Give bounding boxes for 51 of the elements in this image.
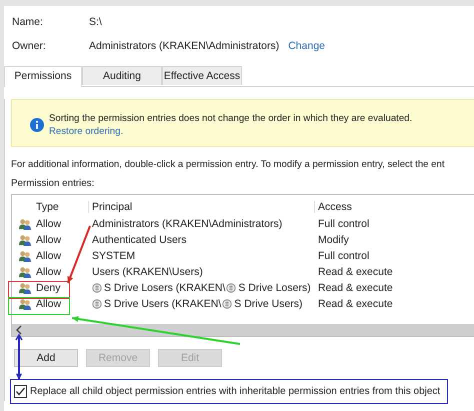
table-cell-text: Read & execute xyxy=(317,266,394,278)
users-icon xyxy=(18,282,30,294)
instructions-text: For additional information, double-click a permission entry. To modify a permission entry, select the ent xyxy=(11,159,446,170)
table-cell-text: Full control xyxy=(317,218,370,230)
table-cell-text: Deny xyxy=(36,282,62,294)
table-cell-text: Full control xyxy=(317,250,370,262)
users-icon xyxy=(18,298,30,310)
restore-ordering-link[interactable]: Restore ordering. xyxy=(49,126,124,137)
section-label: Permission entries: xyxy=(11,178,96,189)
table-cell-text: Read & execute xyxy=(317,298,394,310)
column-header[interactable]: Access xyxy=(314,201,438,213)
notice-text: Sorting the permission entries does not change the order in which they are evaluated. xyxy=(49,113,412,124)
field-label: Name: xyxy=(12,16,44,28)
users-icon xyxy=(18,266,30,278)
group-icon xyxy=(92,299,102,309)
change-link[interactable]: Change xyxy=(288,40,325,52)
tab[interactable]: Effective Access xyxy=(162,66,242,85)
field-label: Owner: xyxy=(12,40,47,52)
users-icon xyxy=(18,234,30,246)
horizontal-scrollbar[interactable] xyxy=(12,324,474,336)
column-header[interactable]: Type xyxy=(36,201,88,213)
table-cell: S Drive Users) xyxy=(234,298,303,310)
tab[interactable]: Auditing xyxy=(82,66,162,85)
users-icon xyxy=(18,250,30,262)
users-icon xyxy=(18,218,30,230)
button[interactable]: Add xyxy=(14,349,78,367)
table-cell: Administrators (KRAKEN\Administrators) xyxy=(92,218,282,230)
group-icon xyxy=(92,283,102,293)
table-cell: Authenticated Users xyxy=(92,234,187,246)
table-cell: S Drive Losers) xyxy=(238,282,311,294)
info-icon xyxy=(30,118,44,132)
checkbox[interactable] xyxy=(14,385,27,398)
table-cell-text: Read & execute xyxy=(317,282,394,294)
checkbox-label: Replace all child object permission entries with inheritable permission entries from this object xyxy=(30,386,440,397)
column-header[interactable]: Principal xyxy=(88,201,314,213)
field-value: S:\ xyxy=(89,16,102,28)
table-cell: Users (KRAKEN\Users) xyxy=(92,266,203,278)
table-cell-text: Allow xyxy=(36,234,62,246)
group-icon xyxy=(226,283,236,293)
table-cell-text: Modify xyxy=(317,234,350,246)
tab[interactable]: Permissions xyxy=(4,66,82,87)
table-cell-text: Allow xyxy=(36,218,62,230)
table-cell: S Drive Users (KRAKEN\ xyxy=(104,298,222,310)
field-value: Administrators (KRAKEN\Administrators) xyxy=(89,40,280,52)
scroll-left-icon xyxy=(16,325,22,335)
table-cell-text: Allow xyxy=(36,298,62,310)
table-cell: SYSTEM xyxy=(92,250,136,262)
table-cell-text: Allow xyxy=(36,266,62,278)
group-icon xyxy=(222,299,232,309)
table-cell: S Drive Losers (KRAKEN\ xyxy=(104,282,226,294)
table-cell-text: Allow xyxy=(36,250,62,262)
